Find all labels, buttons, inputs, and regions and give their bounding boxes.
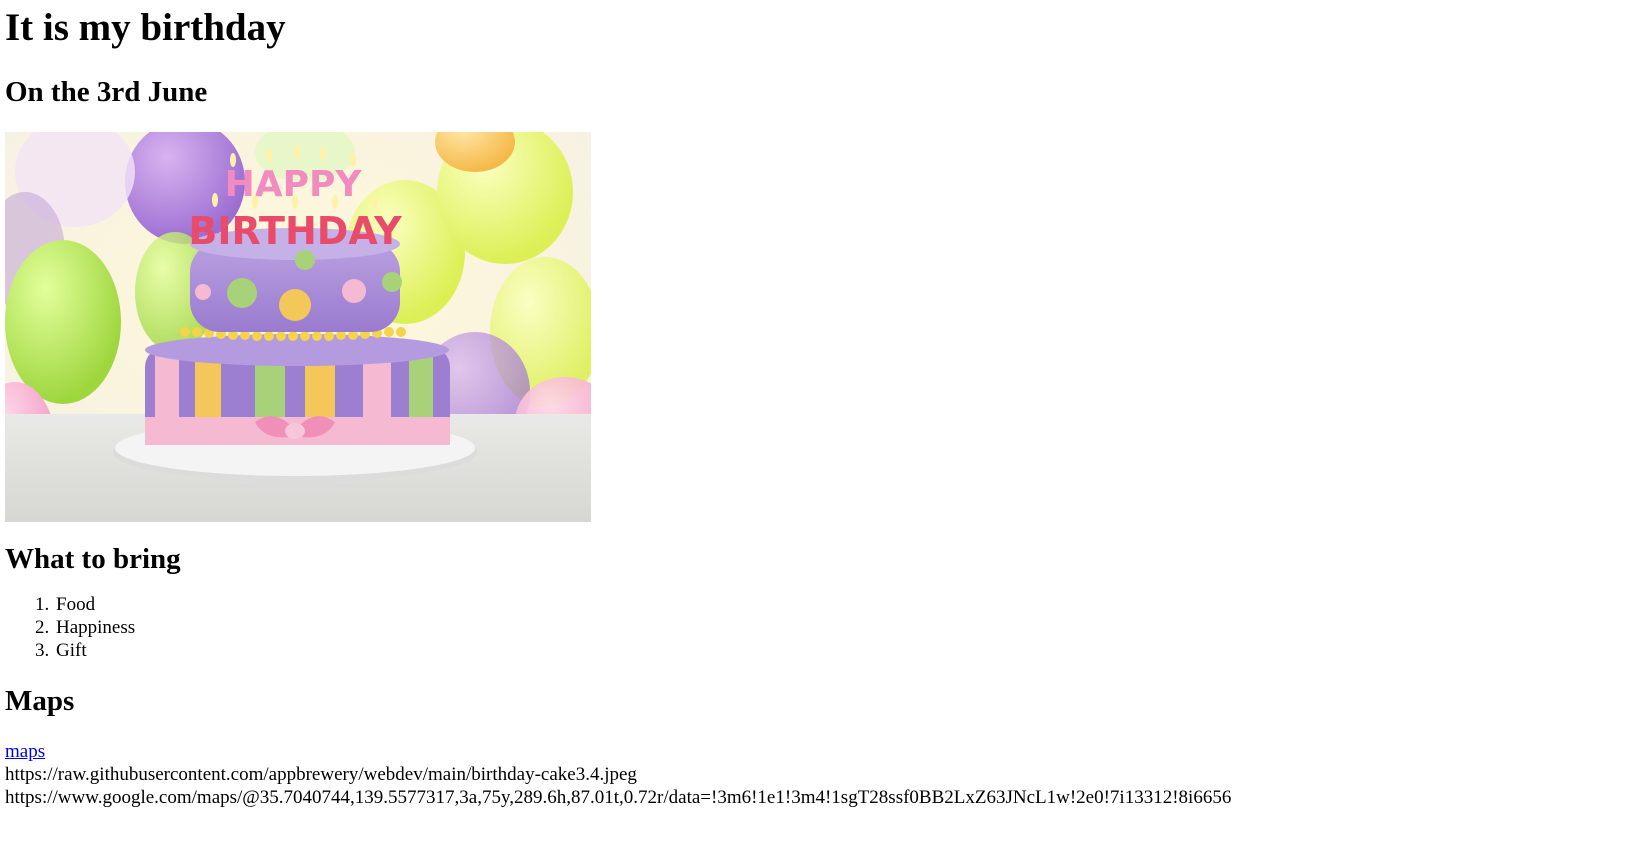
page-title: It is my birthday	[5, 6, 286, 49]
list-item: Happiness	[54, 616, 1638, 639]
image-url-text: https://raw.githubusercontent.com/appbre…	[5, 764, 637, 785]
birthday-cake-image: HAPPY BIRTHDAY	[5, 132, 591, 522]
date-heading: On the 3rd June	[5, 76, 208, 108]
what-to-bring-heading: What to bring	[5, 543, 181, 575]
page-root: It is my birthday On the 3rd June HAPPY …	[0, 0, 1638, 809]
maps-url-text: https://www.google.com/maps/@35.7040744,…	[5, 787, 1232, 808]
maps-link[interactable]: maps	[5, 741, 45, 762]
list-item: Food	[54, 593, 1638, 616]
cake-illustration: HAPPY BIRTHDAY	[5, 132, 591, 522]
maps-heading: Maps	[5, 685, 75, 717]
list-item: Gift	[54, 639, 1638, 662]
cake-text-birthday: BIRTHDAY	[188, 209, 402, 253]
links-section: maps https://raw.githubusercontent.com/a…	[5, 740, 1638, 809]
bring-list: Food Happiness Gift	[5, 593, 1638, 662]
